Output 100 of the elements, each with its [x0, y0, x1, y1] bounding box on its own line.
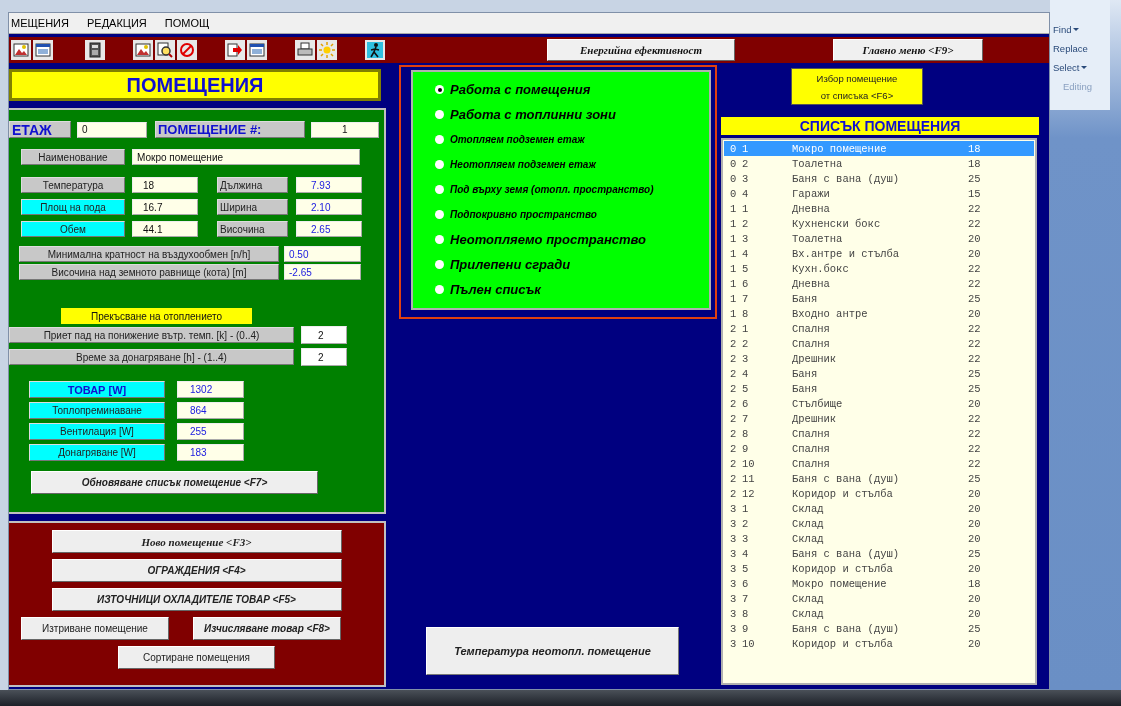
list-row[interactable]: 2 9 Спалня 22 — [724, 441, 1034, 456]
list-row[interactable]: 3 3 Склад 20 — [724, 531, 1034, 546]
value-field[interactable]: -2.65 — [284, 264, 361, 280]
action-button[interactable]: Изтриване помещение — [21, 617, 169, 640]
window-icon[interactable] — [33, 40, 53, 60]
list-row[interactable]: 2 10 Спалня 22 — [724, 456, 1034, 471]
action-button[interactable]: ИЗТОЧНИЦИ ОХЛАДИТЕЛЕ ТОВАР <F5> — [51, 588, 342, 611]
menu-item[interactable]: МЕЩЕНИЯ — [9, 17, 71, 29]
list-row[interactable]: 0 3 Баня с вана (душ) 25 — [724, 171, 1034, 186]
radio-label[interactable]: Отопляем подземен етаж — [450, 134, 585, 145]
list-row[interactable]: 3 5 Коридор и стълба 20 — [724, 561, 1034, 576]
radio-button[interactable] — [435, 185, 444, 194]
value-field[interactable]: 2.65 — [296, 221, 362, 237]
list-row[interactable]: 1 5 Кухн.бокс 22 — [724, 261, 1034, 276]
list-row[interactable]: 2 1 Спалня 22 — [724, 321, 1034, 336]
list-row[interactable]: 3 2 Склад 20 — [724, 516, 1034, 531]
list-row[interactable]: 2 3 Дрешник 22 — [724, 351, 1034, 366]
list-row[interactable]: 2 6 Стълбище 20 — [724, 396, 1034, 411]
radio-label[interactable]: Работа с помещения — [450, 82, 591, 97]
ribbon-button[interactable]: Select — [1053, 62, 1110, 73]
room-number-field[interactable]: 1 — [311, 121, 379, 138]
stop-icon[interactable] — [177, 40, 197, 60]
radio-button[interactable] — [435, 160, 444, 169]
list-row[interactable]: 1 8 Входно антре 20 — [724, 306, 1034, 321]
value-field[interactable]: 44.1 — [132, 221, 198, 237]
radio-label[interactable]: Работа с топлинни зони — [450, 107, 616, 122]
value-field[interactable]: 7.93 — [296, 177, 362, 193]
ribbon-button[interactable]: Replace — [1053, 43, 1110, 54]
name-field[interactable]: Мокро помещение — [132, 149, 360, 165]
value-field[interactable]: 183 — [177, 444, 244, 461]
value-field[interactable]: 2.10 — [296, 199, 362, 215]
list-row[interactable]: 1 2 Кухненски бокс 22 — [724, 216, 1034, 231]
ribbon-label[interactable]: Find — [1053, 24, 1072, 35]
list-row[interactable]: 0 4 Гаражи 15 — [724, 186, 1034, 201]
radio-button[interactable] — [435, 235, 444, 244]
list-row[interactable]: 2 12 Коридор и стълба 20 — [724, 486, 1034, 501]
radio-label[interactable]: Неотопляем подземен етаж — [450, 159, 596, 170]
radio-button[interactable] — [435, 135, 444, 144]
list-row[interactable]: 0 2 Тоалетна 18 — [724, 156, 1034, 171]
radio-label[interactable]: Прилепени сгради — [450, 257, 571, 272]
action-button[interactable]: Ново помещение <F3> — [51, 530, 342, 553]
list-row[interactable]: 3 10 Коридор и стълба 20 — [724, 636, 1034, 651]
magnifier-icon[interactable] — [155, 40, 175, 60]
radio-label[interactable]: Неотопляемо пространство — [450, 232, 647, 247]
list-row[interactable]: 2 5 Баня 25 — [724, 381, 1034, 396]
list-row[interactable]: 2 8 Спалня 22 — [724, 426, 1034, 441]
print-icon[interactable] — [295, 40, 315, 60]
floor-cell-text: 2 — [730, 382, 738, 395]
list-row[interactable]: 1 6 Дневна 22 — [724, 276, 1034, 291]
list-row[interactable]: 3 1 Склад 20 — [724, 501, 1034, 516]
calculator-icon[interactable] — [85, 40, 105, 60]
room-list[interactable] — [721, 138, 1037, 685]
menu-item[interactable]: РЕДАКЦИЯ — [84, 17, 149, 29]
value-field[interactable]: 1302 — [177, 381, 244, 398]
list-row[interactable]: 1 7 Баня 25 — [724, 291, 1034, 306]
radio-button[interactable] — [435, 285, 444, 294]
list-row[interactable]: 2 4 Баня 25 — [724, 366, 1034, 381]
image-icon[interactable] — [133, 40, 153, 60]
value-field[interactable]: 2 — [301, 348, 347, 366]
main-menu-button[interactable]: Главно меню <F9> — [833, 39, 983, 61]
floor-field[interactable]: 0 — [77, 121, 147, 138]
image-icon[interactable] — [11, 40, 31, 60]
value-field[interactable]: 255 — [177, 423, 244, 440]
ribbon-label[interactable]: Replace — [1053, 43, 1088, 54]
value-field[interactable]: 0.50 — [284, 246, 361, 262]
list-row[interactable]: 3 7 Склад 20 — [724, 591, 1034, 606]
radio-label[interactable]: Пълен списък — [450, 282, 541, 297]
value-field[interactable]: 2 — [301, 326, 347, 344]
caret-icon — [1081, 66, 1088, 69]
list-row[interactable]: 3 6 Мокро помещение 18 — [724, 576, 1034, 591]
person-icon[interactable] — [365, 40, 385, 60]
action-button[interactable]: Сортиране помещения — [118, 646, 275, 669]
update-list-button[interactable]: Обновяване списък помещение <F7> — [31, 471, 318, 494]
list-row[interactable]: 3 8 Склад 20 — [724, 606, 1034, 621]
list-row[interactable]: 3 4 Баня с вана (душ) 25 — [724, 546, 1034, 561]
list-row[interactable]: 2 11 Баня с вана (душ) 25 — [724, 471, 1034, 486]
list-row[interactable]: 1 4 Вх.антре и стълба 20 — [724, 246, 1034, 261]
energy-efficiency-button[interactable]: Енергийна ефективност — [547, 39, 735, 61]
radio-label[interactable]: Под върху земя (отопл. пространство) — [450, 184, 654, 195]
unheated-temperature-button[interactable]: Температура неотопл. помещение — [426, 627, 679, 675]
ribbon-label[interactable]: Select — [1053, 62, 1080, 73]
list-row[interactable]: 1 3 Тоалетна 20 — [724, 231, 1034, 246]
menu-item[interactable]: ПОМОЩ — [162, 17, 212, 29]
number-cell-text: 8 — [742, 607, 750, 620]
window-icon[interactable] — [247, 40, 267, 60]
list-row[interactable]: 1 1 Дневна 22 — [724, 201, 1034, 216]
list-row[interactable]: 2 7 Дрешник 22 — [724, 411, 1034, 426]
radio-button[interactable] — [435, 85, 444, 94]
value-field[interactable]: 864 — [177, 402, 244, 419]
action-button[interactable]: ОГРАЖДЕНИЯ <F4> — [51, 559, 342, 582]
value-field[interactable]: 18 — [132, 177, 198, 193]
radio-button[interactable] — [435, 210, 444, 219]
radio-label[interactable]: Подпокривно пространство — [450, 209, 597, 220]
radio-button[interactable] — [435, 110, 444, 119]
ribbon-button[interactable]: Find — [1053, 24, 1110, 35]
value-field[interactable]: 16.7 — [132, 199, 198, 215]
list-row[interactable]: 3 9 Баня с вана (душ) 25 — [724, 621, 1034, 636]
action-button[interactable]: Изчисляване товар <F8> — [193, 617, 341, 640]
list-row[interactable]: 2 2 Спалня 22 — [724, 336, 1034, 351]
radio-button[interactable] — [435, 260, 444, 269]
